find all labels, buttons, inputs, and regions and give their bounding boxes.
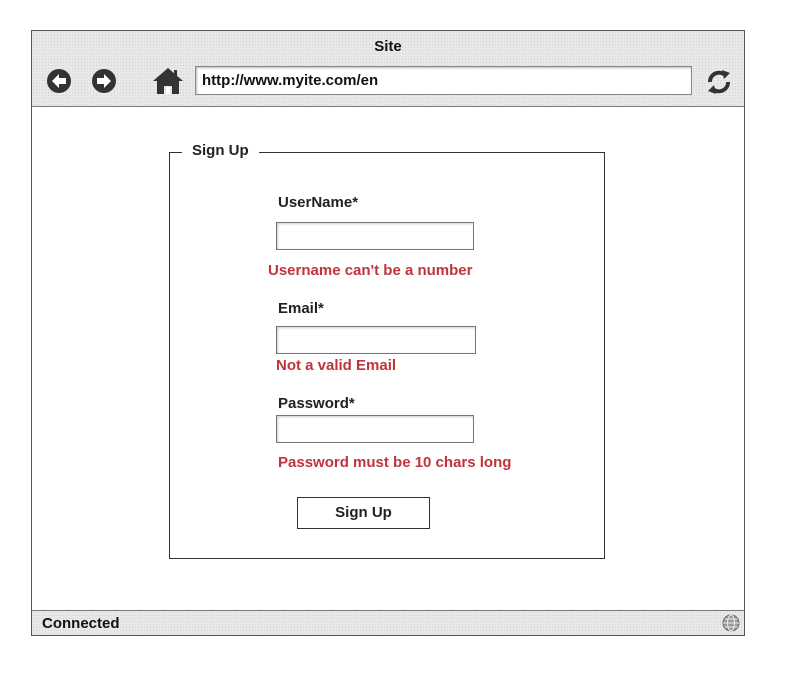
signup-legend: Sign Up xyxy=(182,142,259,159)
username-label: UserName* xyxy=(278,194,359,211)
password-input[interactable] xyxy=(276,415,474,443)
email-error: Not a valid Email xyxy=(276,357,397,374)
window-title: Site xyxy=(374,38,402,55)
signup-button[interactable]: Sign Up xyxy=(297,497,430,529)
password-error: Password must be 10 chars long xyxy=(278,454,512,471)
status-text: Connected xyxy=(42,615,120,632)
address-bar[interactable]: http://www.myite.com/en xyxy=(195,66,692,95)
browser-toolbar: Site http://www.myite.com/en xyxy=(32,31,744,107)
forward-arrow-icon[interactable] xyxy=(92,69,116,93)
email-label: Email* xyxy=(278,300,324,317)
home-icon[interactable] xyxy=(152,67,184,95)
email-input[interactable] xyxy=(276,326,476,354)
back-arrow-icon[interactable] xyxy=(47,69,71,93)
page-content: Sign Up UserName* Username can't be a nu… xyxy=(32,107,744,611)
username-error: Username can't be a number xyxy=(268,262,473,279)
password-label: Password* xyxy=(278,395,355,412)
status-bar: Connected xyxy=(32,610,744,635)
globe-icon xyxy=(722,614,740,632)
browser-window: Site http://www.myite.com/en Sign Up Use… xyxy=(31,30,745,636)
username-input[interactable] xyxy=(276,222,474,250)
refresh-icon[interactable] xyxy=(704,67,734,97)
